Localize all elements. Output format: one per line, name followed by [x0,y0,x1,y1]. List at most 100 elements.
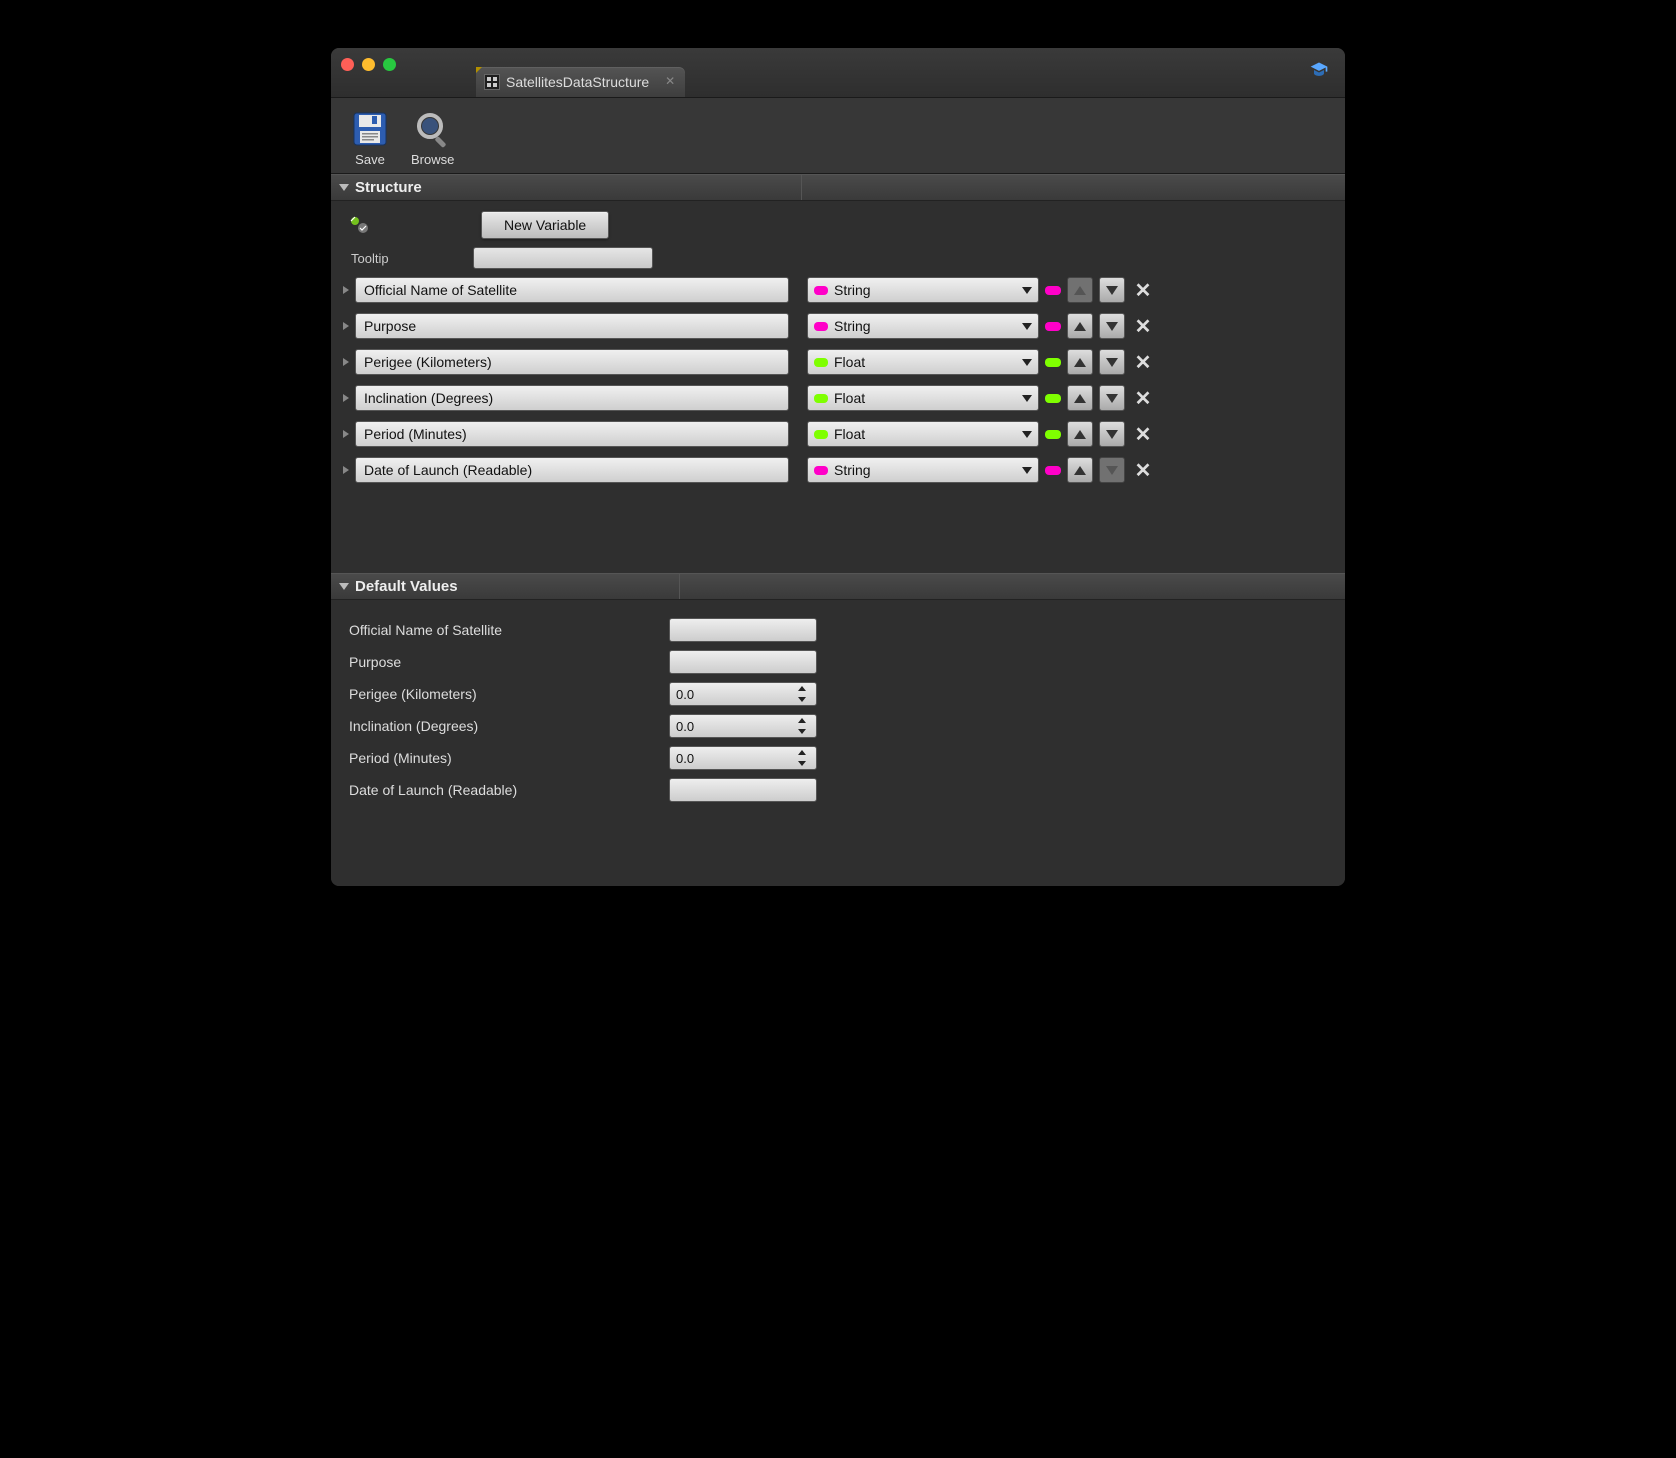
move-down-button[interactable] [1099,277,1125,303]
default-value-input[interactable] [669,618,817,642]
chevron-down-icon [1022,467,1032,474]
variable-type-dropdown[interactable]: String [807,277,1039,303]
type-label: String [834,462,871,478]
variable-row: Official Name of Satellite String ✕ [343,277,1333,303]
move-down-button [1099,457,1125,483]
container-type-button[interactable] [1045,286,1061,295]
close-window-button[interactable] [341,58,354,71]
delete-button[interactable]: ✕ [1134,422,1152,447]
type-pill-icon [814,430,828,439]
variable-icon [349,215,371,235]
move-up-button [1067,277,1093,303]
expand-icon[interactable] [343,358,349,366]
default-value-input[interactable]: 0.0 [669,746,817,770]
variable-name-input[interactable]: Purpose [355,313,789,339]
expand-icon[interactable] [343,466,349,474]
tooltip-input[interactable] [473,247,653,269]
default-value-row: Date of Launch (Readable) [349,774,1345,806]
save-label: Save [355,152,385,167]
move-down-button[interactable] [1099,349,1125,375]
default-value-input[interactable] [669,650,817,674]
default-label: Official Name of Satellite [349,622,669,638]
new-variable-button[interactable]: New Variable [481,211,609,239]
tab-struct[interactable]: SatellitesDataStructure ✕ [476,67,685,97]
graduation-cap-icon[interactable] [1309,60,1329,80]
maximize-window-button[interactable] [383,58,396,71]
expand-icon[interactable] [343,286,349,294]
default-value-row: Official Name of Satellite [349,614,1345,646]
default-value-row: Period (Minutes)0.0 [349,742,1345,774]
defaults-section-header[interactable]: Default Values [331,573,1345,600]
default-label: Date of Launch (Readable) [349,782,669,798]
toolbar: Save Browse [331,98,1345,174]
default-value-input[interactable]: 0.0 [669,714,817,738]
delete-button[interactable]: ✕ [1134,278,1152,303]
default-value-input[interactable] [669,778,817,802]
expand-icon[interactable] [343,430,349,438]
move-up-button[interactable] [1067,313,1093,339]
move-down-button[interactable] [1099,421,1125,447]
type-label: Float [834,390,865,406]
move-down-button[interactable] [1099,313,1125,339]
container-type-button[interactable] [1045,394,1061,403]
default-value-input[interactable]: 0.0 [669,682,817,706]
container-type-button[interactable] [1045,358,1061,367]
delete-button[interactable]: ✕ [1134,458,1152,483]
default-label: Inclination (Degrees) [349,718,669,734]
move-up-button[interactable] [1067,421,1093,447]
chevron-down-icon [1022,287,1032,294]
type-pill-icon [814,466,828,475]
container-type-button[interactable] [1045,466,1061,475]
move-up-button[interactable] [1067,385,1093,411]
move-down-button[interactable] [1099,385,1125,411]
variable-row: Inclination (Degrees) Float ✕ [343,385,1333,411]
container-type-button[interactable] [1045,430,1061,439]
variable-name-input[interactable]: Perigee (Kilometers) [355,349,789,375]
collapse-toggle-icon [339,583,349,590]
spinner-icon[interactable] [798,718,812,734]
variable-type-dropdown[interactable]: Float [807,385,1039,411]
type-label: String [834,282,871,298]
spinner-icon[interactable] [798,686,812,702]
delete-button[interactable]: ✕ [1134,314,1152,339]
tooltip-label: Tooltip [351,251,463,266]
floppy-icon [349,108,391,150]
chevron-down-icon [1022,323,1032,330]
variable-name-input[interactable]: Date of Launch (Readable) [355,457,789,483]
minimize-window-button[interactable] [362,58,375,71]
type-pill-icon [814,286,828,295]
default-value-row: Perigee (Kilometers)0.0 [349,678,1345,710]
chevron-down-icon [1022,359,1032,366]
expand-icon[interactable] [343,394,349,402]
container-type-button[interactable] [1045,322,1061,331]
save-button[interactable]: Save [349,108,391,167]
default-label: Purpose [349,654,669,670]
variable-type-dropdown[interactable]: Float [807,421,1039,447]
variable-name-input[interactable]: Official Name of Satellite [355,277,789,303]
variable-type-dropdown[interactable]: Float [807,349,1039,375]
variable-row: Date of Launch (Readable) String ✕ [343,457,1333,483]
delete-button[interactable]: ✕ [1134,386,1152,411]
tab-close-button[interactable]: ✕ [665,74,675,88]
type-label: Float [834,354,865,370]
type-pill-icon [814,322,828,331]
chevron-down-icon [1022,431,1032,438]
variable-type-dropdown[interactable]: String [807,457,1039,483]
spinner-icon[interactable] [798,750,812,766]
move-up-button[interactable] [1067,457,1093,483]
titlebar: SatellitesDataStructure ✕ [331,48,1345,98]
move-up-button[interactable] [1067,349,1093,375]
editor-window: SatellitesDataStructure ✕ Save [331,48,1345,886]
browse-button[interactable]: Browse [411,108,454,167]
variable-row: Perigee (Kilometers) Float ✕ [343,349,1333,375]
type-pill-icon [814,358,828,367]
variable-type-dropdown[interactable]: String [807,313,1039,339]
collapse-toggle-icon [339,184,349,191]
structure-section-header[interactable]: Structure [331,174,1345,201]
browse-label: Browse [411,152,454,167]
default-label: Period (Minutes) [349,750,669,766]
variable-name-input[interactable]: Inclination (Degrees) [355,385,789,411]
expand-icon[interactable] [343,322,349,330]
delete-button[interactable]: ✕ [1134,350,1152,375]
variable-name-input[interactable]: Period (Minutes) [355,421,789,447]
